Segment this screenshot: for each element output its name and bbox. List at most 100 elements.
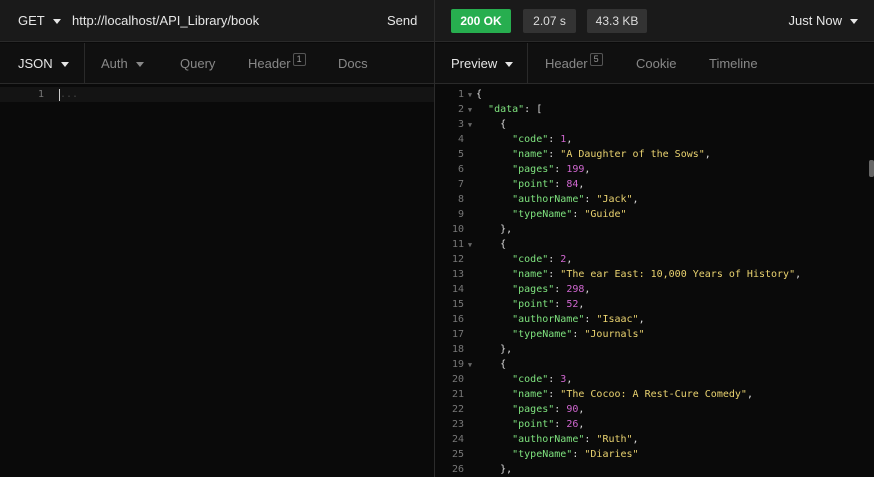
code-text: "authorName": "Isaac", — [476, 314, 645, 325]
json-string: "The ear East: 10,000 Years of History" — [560, 269, 796, 280]
json-punctuation: , — [638, 314, 645, 325]
json-punctuation: : — [584, 314, 597, 325]
code-line: 8 "authorName": "Jack", — [435, 192, 639, 207]
line-number: 10 — [451, 224, 464, 235]
line-number: 7 — [457, 179, 464, 190]
json-punctuation: : — [554, 404, 567, 415]
request-tabs: JSON Auth Query Header 1 Docs — [0, 43, 434, 84]
text-cursor — [59, 89, 60, 101]
fold-toggle-icon[interactable]: ▼ — [464, 103, 476, 118]
code-line: 7 "point": 84, — [435, 177, 584, 192]
code-text: "point": 52, — [476, 299, 584, 310]
json-key: "point" — [512, 419, 555, 430]
tab-preview[interactable]: Preview — [451, 43, 514, 84]
response-preview[interactable]: 1 ▼{2 ▼ "data": [3 ▼ {4 "code": 1, 5 "name":… — [435, 85, 874, 477]
response-tabs: Preview Header 5 Cookie Timeline — [435, 43, 874, 84]
json-punctuation: , — [584, 284, 591, 295]
code-line: 12 "code": 2, — [435, 252, 572, 267]
json-string: "A Daughter of the Sows" — [560, 149, 705, 160]
json-punctuation: : — [584, 194, 597, 205]
line-number: 15 — [451, 299, 464, 310]
code-line: 18 }, — [435, 342, 512, 357]
fold-toggle-icon[interactable]: ▼ — [464, 118, 476, 133]
json-punctuation: : — [584, 434, 597, 445]
tab-header[interactable]: Header 1 — [248, 43, 306, 84]
history-label: Just Now — [788, 13, 842, 28]
code-text: { — [476, 239, 506, 250]
tab-query[interactable]: Query — [180, 43, 215, 84]
json-punctuation: , — [632, 194, 639, 205]
tab-auth[interactable]: Auth — [101, 43, 144, 84]
status-badge: 200 OK — [451, 9, 511, 33]
json-string: "The Cocoo: A Rest-Cure Comedy" — [560, 389, 747, 400]
json-punctuation: { — [500, 359, 507, 370]
code-text: }, — [476, 344, 512, 355]
json-key: "name" — [512, 389, 549, 400]
editor-line: 1 ... — [0, 87, 434, 102]
method-select[interactable]: GET — [18, 13, 61, 28]
code-line: 25 "typeName": "Diaries" — [435, 447, 639, 462]
code-line: 19 ▼ { — [435, 357, 506, 372]
code-text: "name": "A Daughter of the Sows", — [476, 149, 711, 160]
send-button[interactable]: Send — [387, 13, 417, 28]
code-line: 14 "pages": 298, — [435, 282, 590, 297]
json-punctuation: : — [554, 164, 567, 175]
tab-json[interactable]: JSON — [18, 43, 69, 84]
json-key: "name" — [512, 149, 549, 160]
json-key: "authorName" — [512, 434, 585, 445]
url-input[interactable]: http://localhost/API_Library/book — [72, 13, 259, 28]
fold-toggle-icon[interactable]: ▼ — [464, 88, 476, 103]
code-line: 6 "pages": 199, — [435, 162, 590, 177]
json-punctuation: { — [476, 89, 483, 100]
method-label: GET — [18, 13, 45, 28]
code-line: 4 "code": 1, — [435, 132, 572, 147]
line-number: 14 — [451, 284, 464, 295]
tab-cookie[interactable]: Cookie — [636, 43, 676, 84]
code-line: 13 "name": "The ear East: 10,000 Years o… — [435, 267, 801, 282]
json-key: "typeName" — [512, 209, 573, 220]
code-text: "typeName": "Journals" — [476, 329, 644, 340]
line-number: 25 — [451, 449, 464, 460]
response-time-badge: 2.07 s — [523, 9, 576, 33]
json-punctuation: , — [566, 374, 573, 385]
code-text: }, — [476, 224, 512, 235]
json-punctuation: : — [572, 449, 585, 460]
json-punctuation: , — [578, 299, 585, 310]
request-body-editor[interactable]: 1 ... — [0, 85, 434, 477]
chevron-down-icon — [60, 62, 69, 68]
json-key: "authorName" — [512, 194, 585, 205]
code-text: "typeName": "Diaries" — [476, 449, 639, 460]
json-punctuation: }, — [500, 224, 513, 235]
code-text: "code": 2, — [476, 254, 572, 265]
tab-json-label: JSON — [18, 56, 53, 71]
fold-toggle-icon[interactable]: ▼ — [464, 238, 476, 253]
code-text: "pages": 199, — [476, 164, 590, 175]
json-number: 52 — [566, 299, 579, 310]
json-punctuation: : — [548, 374, 561, 385]
json-punctuation: : — [548, 389, 561, 400]
json-number: 199 — [566, 164, 585, 175]
tab-auth-label: Auth — [101, 56, 128, 71]
tab-timeline[interactable]: Timeline — [709, 43, 758, 84]
json-key: "pages" — [512, 164, 555, 175]
code-line: 1 ▼{ — [435, 87, 482, 102]
json-punctuation: , — [566, 254, 573, 265]
tab-query-label: Query — [180, 56, 216, 71]
json-number: 90 — [566, 404, 579, 415]
code-text: "name": "The Cocoo: A Rest-Cure Comedy", — [476, 389, 753, 400]
preview-scrollbar[interactable] — [869, 160, 874, 177]
json-string: "Ruth" — [596, 434, 633, 445]
json-punctuation: : — [554, 284, 567, 295]
history-dropdown[interactable]: Just Now — [789, 13, 858, 28]
json-string: "Diaries" — [584, 449, 639, 460]
fold-toggle-icon[interactable]: ▼ — [464, 358, 476, 373]
tab-response-header[interactable]: Header 5 — [545, 43, 603, 84]
tab-docs[interactable]: Docs — [338, 43, 368, 84]
json-number: 84 — [566, 179, 579, 190]
json-punctuation: , — [704, 149, 711, 160]
code-text: "pages": 90, — [476, 404, 584, 415]
code-text: { — [476, 89, 482, 100]
json-punctuation: : — [548, 269, 561, 280]
code-text: "point": 84, — [476, 179, 584, 190]
json-punctuation: : — [554, 299, 567, 310]
